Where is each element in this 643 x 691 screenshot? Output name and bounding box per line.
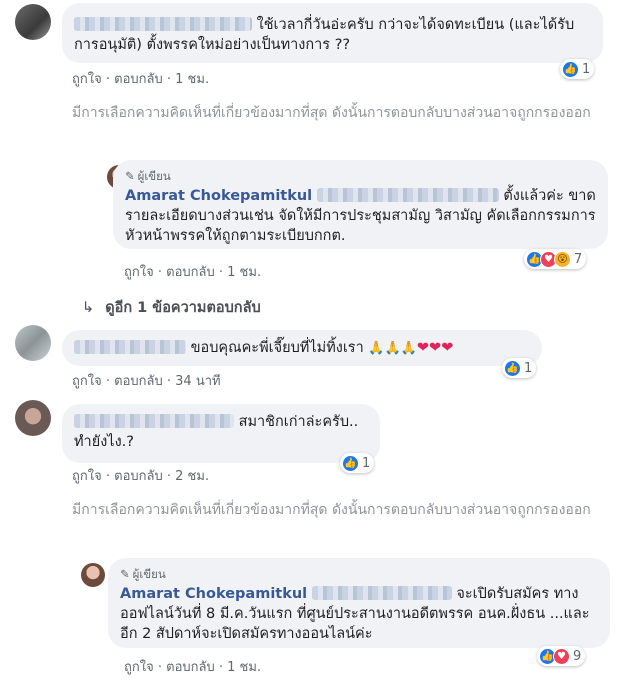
reaction-summary[interactable]: 👍 1 — [502, 358, 537, 378]
timestamp[interactable]: 34 นาที — [175, 374, 220, 389]
separator: · — [105, 72, 110, 87]
avatar[interactable] — [15, 4, 51, 40]
separator: · — [166, 374, 172, 389]
like-reaction-icon: 👍 — [562, 60, 579, 78]
like-link[interactable]: ถูกใจ — [124, 265, 154, 280]
author-name[interactable]: Amarat Chokepamitkul — [125, 188, 312, 204]
love-reaction-icon: ♥ — [553, 647, 570, 665]
timestamp[interactable]: 2 ชม. — [175, 469, 209, 484]
avatar[interactable] — [15, 325, 51, 361]
wow-reaction-icon: 😮 — [554, 250, 571, 268]
separator: · — [166, 72, 172, 87]
like-reaction-icon: 👍 — [342, 454, 359, 472]
filter-note: มีการเลือกความคิดเห็นที่เกี่ยวข้องมากที่… — [72, 498, 617, 522]
reaction-count: 1 — [582, 61, 591, 77]
separator: · — [218, 660, 224, 675]
reaction-count: 1 — [362, 455, 371, 471]
blurred-commenter-name[interactable] — [74, 17, 252, 31]
filter-note: มีการเลือกความคิดเห็นที่เกี่ยวข้องมากที่… — [72, 101, 617, 125]
separator: · — [157, 265, 162, 280]
timestamp[interactable]: 1 ชม. — [227, 265, 261, 280]
comment-bubble: ขอบคุณคะพี่เจี๊ยบที่ไม่ทิ้งเรา 🙏🙏🙏❤❤❤ — [62, 330, 542, 366]
like-link[interactable]: ถูกใจ — [72, 469, 102, 484]
praying-hands-emoji: 🙏🙏🙏 — [368, 341, 417, 356]
reply-bubble: ✎ ผู้เขียน Amarat Chokepamitkul จะเปิดรั… — [108, 558, 610, 648]
blurred-mention[interactable] — [316, 188, 499, 202]
comment-text: ขอบคุณคะพี่เจี๊ยบที่ไม่ทิ้งเรา — [190, 340, 364, 356]
separator: · — [166, 469, 172, 484]
filter-note-text: มีการเลือกความคิดเห็นที่เกี่ยวข้องมากที่… — [72, 105, 591, 121]
avatar[interactable] — [15, 400, 51, 436]
separator: · — [105, 469, 110, 484]
like-link[interactable]: ถูกใจ — [72, 72, 102, 87]
reply-link[interactable]: ตอบกลับ — [114, 374, 163, 389]
author-avatar[interactable] — [81, 563, 105, 587]
heart-emoji: ❤❤❤ — [416, 340, 454, 356]
author-badge: ✎ ผู้เขียน — [125, 166, 596, 186]
separator: · — [157, 660, 162, 675]
author-tag-label: ผู้เขียน — [132, 567, 166, 581]
reaction-summary[interactable]: 👍 1 — [340, 453, 375, 473]
comment-actions: ถูกใจ · ตอบกลับ · 2 ชม. — [72, 465, 209, 486]
reply-bubble: ✎ ผู้เขียน Amarat Chokepamitkul ตั้งแล้ว… — [113, 160, 608, 249]
reaction-summary[interactable]: 👍 ♥ 😮 7 — [524, 249, 587, 269]
reply-actions: ถูกใจ · ตอบกลับ · 1 ชม. — [124, 656, 261, 677]
timestamp[interactable]: 1 ชม. — [175, 72, 209, 87]
reaction-summary[interactable]: 👍 ♥ 9 — [537, 646, 586, 666]
blurred-mention[interactable] — [311, 586, 452, 600]
reply-link[interactable]: ตอบกลับ — [166, 265, 215, 280]
blurred-commenter-name[interactable] — [74, 340, 186, 354]
author-badge: ✎ ผู้เขียน — [120, 564, 598, 584]
author-name[interactable]: Amarat Chokepamitkul — [120, 586, 307, 602]
pen-icon: ✎ — [120, 567, 130, 581]
separator: · — [218, 265, 224, 280]
comment-actions: ถูกใจ · ตอบกลับ · 34 นาที — [72, 370, 221, 391]
pen-icon: ✎ — [125, 169, 135, 183]
reaction-summary[interactable]: 👍 1 — [560, 59, 595, 79]
reply-link[interactable]: ตอบกลับ — [166, 660, 215, 675]
reply-arrow-icon: ↳ — [82, 300, 95, 316]
like-reaction-icon: 👍 — [504, 359, 521, 377]
author-tag-label: ผู้เขียน — [137, 169, 171, 183]
reply-link[interactable]: ตอบกลับ — [114, 469, 163, 484]
comment-actions: ถูกใจ · ตอบกลับ · 1 ชม. — [72, 68, 209, 89]
reaction-count: 1 — [524, 360, 533, 376]
reaction-count: 9 — [573, 648, 582, 664]
view-more-replies[interactable]: ↳ ดูอีก 1 ข้อความตอบกลับ — [82, 296, 261, 319]
blurred-commenter-name[interactable] — [74, 414, 234, 428]
like-link[interactable]: ถูกใจ — [72, 374, 102, 389]
separator: · — [105, 374, 110, 389]
timestamp[interactable]: 1 ชม. — [227, 660, 261, 675]
like-link[interactable]: ถูกใจ — [124, 660, 154, 675]
comment-bubble: ใช้เวลากี่วันอ่ะครับ กว่าจะได้จดทะเบียน … — [62, 3, 603, 63]
reply-actions: ถูกใจ · ตอบกลับ · 1 ชม. — [124, 261, 261, 282]
filter-note-text: มีการเลือกความคิดเห็นที่เกี่ยวข้องมากที่… — [72, 502, 591, 518]
reaction-count: 7 — [574, 251, 583, 267]
comment-bubble: สมาชิกเก่าล่ะครับ.. ทำยังไง.? — [62, 404, 380, 463]
reply-link[interactable]: ตอบกลับ — [114, 72, 163, 87]
view-more-text: ดูอีก 1 ข้อความตอบกลับ — [105, 300, 261, 316]
